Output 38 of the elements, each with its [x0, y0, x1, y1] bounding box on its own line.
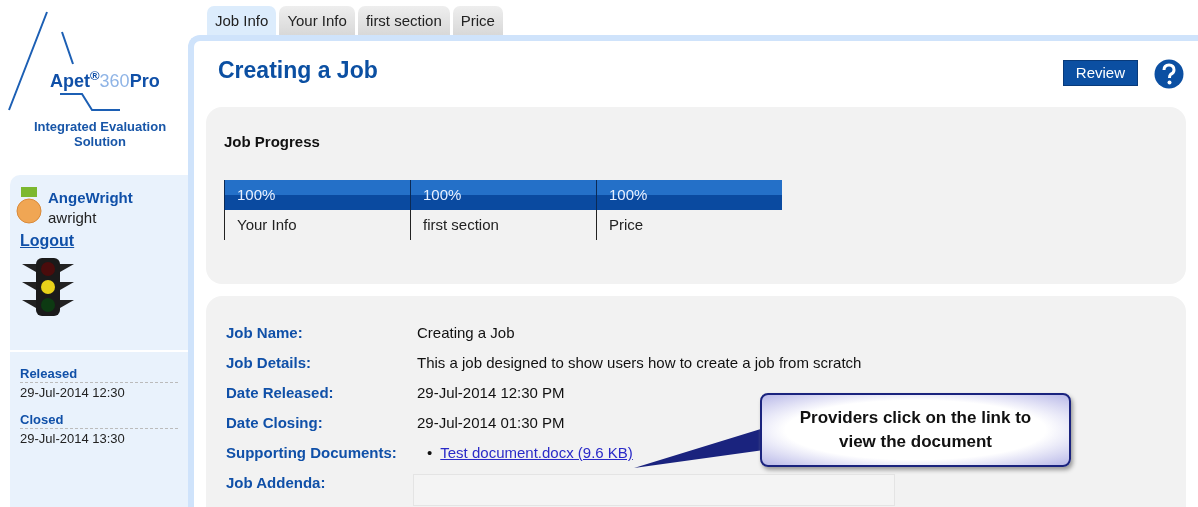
detail-label: Date Closing:: [226, 414, 324, 433]
progress-percent: 100%: [224, 180, 410, 210]
progress-section-name: Your Info: [224, 210, 410, 240]
user-name: AngeWright: [48, 189, 133, 206]
document-link[interactable]: Test document.docx (9.6 KB): [440, 444, 633, 461]
user-login: awright: [48, 209, 98, 226]
tab[interactable]: Your Info: [279, 6, 355, 35]
detail-label: Supporting Documents:: [226, 444, 398, 463]
page-title: Creating a Job: [217, 56, 379, 85]
date-value: 29-Jul-2014 13:30: [20, 431, 126, 446]
detail-label: Job Details:: [226, 354, 313, 373]
logo-wordmark: Apet$^{®}$360Pro: [50, 68, 160, 92]
logo-tagline: Integrated Evaluation Solution: [32, 119, 168, 149]
tab[interactable]: Job Info: [207, 6, 277, 35]
review-button[interactable]: Review: [1062, 59, 1138, 86]
bullet: •: [427, 444, 433, 461]
detail-label: Job Addenda:: [226, 474, 327, 493]
progress-percent: 100%: [410, 180, 596, 210]
progress-section-name: first section: [410, 210, 596, 240]
detail-value: Creating a Job: [417, 324, 515, 343]
help-icon[interactable]: [1154, 59, 1184, 89]
progress-title: Job Progress: [224, 133, 321, 150]
detail-value: 29-Jul-2014 12:30 PM: [417, 384, 565, 403]
detail-value: 29-Jul-2014 01:30 PM: [417, 414, 565, 433]
callout: Providers click on the link to view the document: [760, 393, 1071, 467]
date-label: Closed: [20, 412, 178, 429]
progress-percent: 100%: [596, 180, 782, 210]
medal-icon: [16, 187, 42, 225]
traffic-light-icon: [22, 258, 74, 316]
date-value: 29-Jul-2014 12:30: [20, 385, 126, 400]
detail-label: Job Name:: [226, 324, 304, 343]
date-label: Released: [20, 366, 178, 383]
tab[interactable]: Price: [452, 6, 503, 35]
detail-value: This a job designed to show users how to create a job from scratch: [417, 354, 862, 373]
logout-link[interactable]: Logout: [20, 232, 75, 250]
tab[interactable]: first section: [357, 6, 450, 35]
detail-label: Date Released:: [226, 384, 335, 403]
progress-section-name: Price: [596, 210, 782, 240]
